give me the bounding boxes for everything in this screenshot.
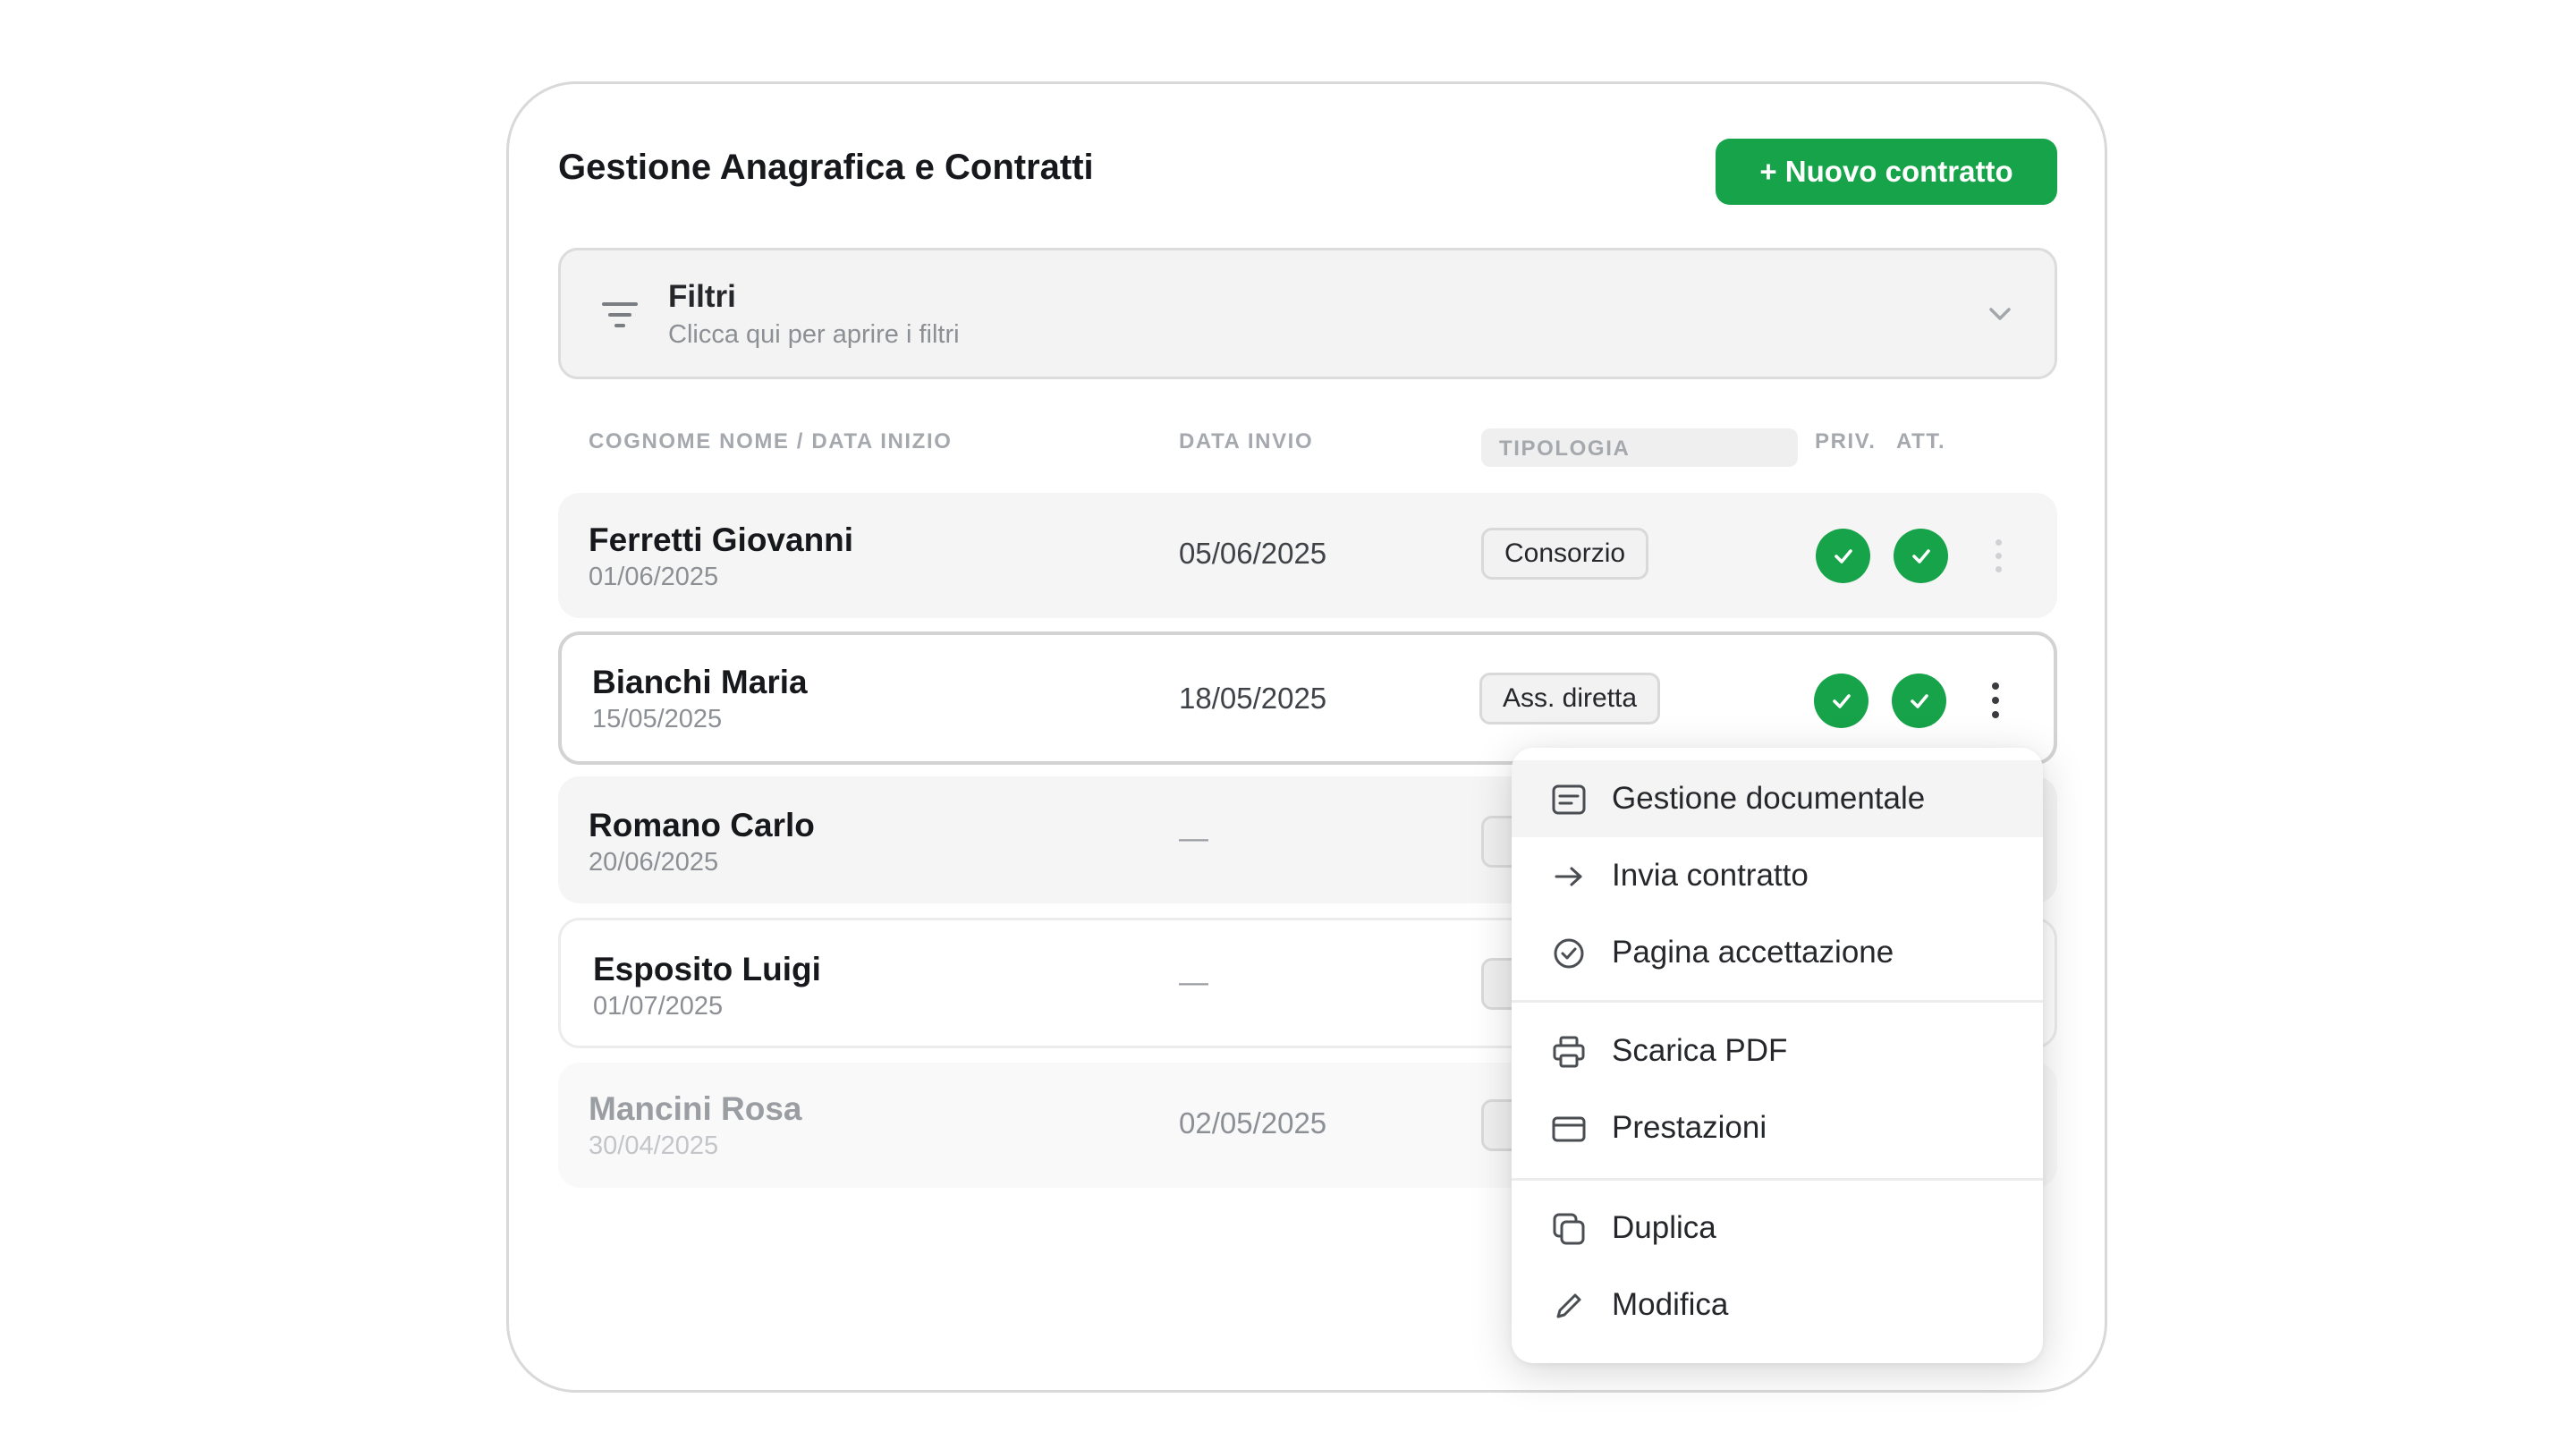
filters-subtitle: Clicca qui per aprire i filtri: [668, 320, 960, 349]
menu-item-label: Pagina accettazione: [1612, 935, 1894, 970]
menu-item-label: Modifica: [1612, 1287, 1729, 1322]
column-header-type: TIPOLOGIA: [1499, 436, 1631, 461]
type-badge: Ass. diretta: [1479, 673, 1661, 724]
row-name: Mancini Rosa: [589, 1090, 802, 1127]
chevron-down-icon[interactable]: [1987, 301, 2013, 332]
row-start-date: 20/06/2025: [589, 848, 719, 877]
menu-item-pagina-accettazione[interactable]: Pagina accettazione: [1512, 914, 2043, 991]
arrow-right-icon: [1551, 859, 1587, 894]
menu-item-modifica[interactable]: Modifica: [1512, 1267, 2043, 1343]
row-name: Romano Carlo: [589, 807, 815, 843]
filter-icon: [600, 297, 640, 337]
pencil-icon: [1551, 1288, 1587, 1324]
row-start-date: 01/07/2025: [593, 992, 724, 1021]
menu-item-label: Gestione documentale: [1612, 781, 1926, 816]
row-start-date: 15/05/2025: [592, 705, 723, 733]
check-circle-icon: [1551, 936, 1587, 971]
menu-item-invia-contratto[interactable]: Invia contratto: [1512, 837, 2043, 914]
column-header-att: ATT.: [1896, 429, 1946, 453]
row-name: Esposito Luigi: [593, 951, 821, 987]
row-context-menu: Gestione documentale Invia contratto Pag…: [1512, 748, 2043, 1363]
row-start-date: 30/04/2025: [589, 1131, 719, 1160]
att-check-icon: [1892, 674, 1946, 728]
document-icon: [1551, 782, 1587, 818]
column-header-name: COGNOME NOME / DATA INIZIO: [589, 429, 953, 453]
printer-icon: [1551, 1034, 1587, 1070]
column-header-sent: DATA INVIO: [1179, 429, 1314, 453]
more-options-icon[interactable]: [1985, 529, 2012, 582]
att-check-icon: [1894, 529, 1948, 583]
table-row[interactable]: Ferretti Giovanni 01/06/2025 05/06/2025 …: [558, 493, 2057, 618]
menu-item-gestione-documentale[interactable]: Gestione documentale: [1512, 760, 2043, 837]
menu-item-label: Prestazioni: [1612, 1110, 1767, 1145]
menu-item-duplica[interactable]: Duplica: [1512, 1190, 2043, 1267]
row-name: Bianchi Maria: [592, 664, 808, 700]
page-title: Gestione Anagrafica e Contratti: [558, 148, 1094, 187]
menu-item-scarica-pdf[interactable]: Scarica PDF: [1512, 1013, 2043, 1089]
row-sent-date: 18/05/2025: [1179, 682, 1327, 715]
menu-item-label: Invia contratto: [1612, 858, 1809, 893]
row-sent-date: —: [1179, 821, 1208, 854]
duplicate-icon: [1551, 1211, 1587, 1247]
card-icon: [1551, 1111, 1587, 1147]
row-sent-date: —: [1179, 965, 1208, 998]
priv-check-icon: [1814, 674, 1868, 728]
new-contract-button[interactable]: + Nuovo contratto: [1716, 139, 2057, 205]
menu-item-label: Duplica: [1612, 1210, 1716, 1245]
column-header-priv: PRIV.: [1815, 429, 1877, 453]
row-name: Ferretti Giovanni: [589, 521, 854, 558]
filters-title: Filtri: [668, 279, 736, 314]
menu-divider: [1512, 1178, 2043, 1181]
priv-check-icon: [1816, 529, 1870, 583]
type-badge: Consorzio: [1481, 528, 1649, 580]
row-sent-date: 02/05/2025: [1179, 1106, 1327, 1140]
menu-item-prestazioni[interactable]: Prestazioni: [1512, 1089, 2043, 1166]
row-sent-date: 05/06/2025: [1179, 537, 1327, 570]
menu-divider: [1512, 1000, 2043, 1003]
filters-panel[interactable]: Filtri Clicca qui per aprire i filtri: [558, 248, 2057, 379]
row-start-date: 01/06/2025: [589, 563, 719, 591]
table-row-selected[interactable]: Bianchi Maria 15/05/2025 18/05/2025 Ass.…: [558, 631, 2057, 765]
more-options-icon[interactable]: [1982, 674, 2009, 727]
menu-item-label: Scarica PDF: [1612, 1033, 1788, 1068]
